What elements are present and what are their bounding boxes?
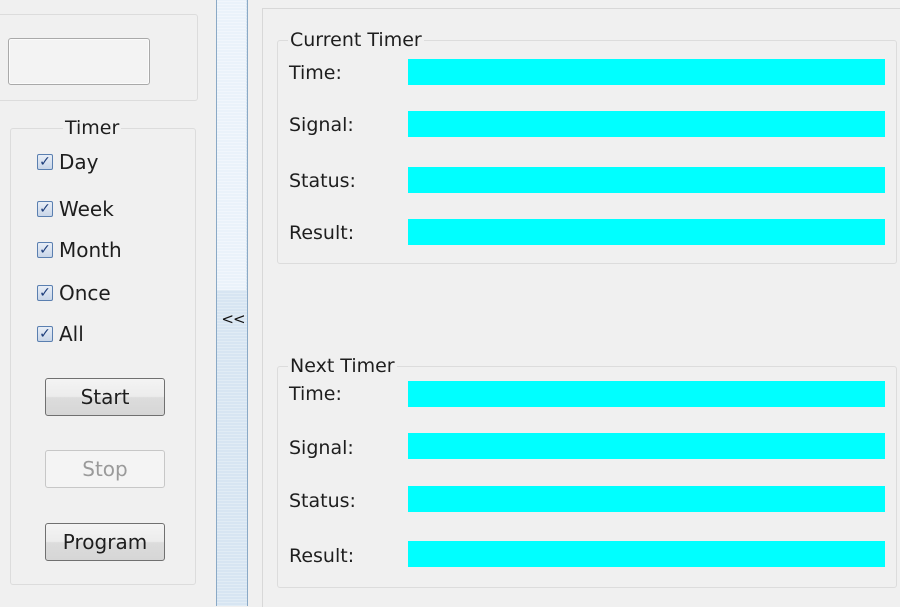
checkbox-all-label: All (59, 322, 84, 346)
next-result-value (408, 541, 885, 567)
collapse-panel-toggle[interactable]: << (216, 308, 250, 330)
current-time-value (408, 59, 885, 85)
current-result-value (408, 219, 885, 245)
splitter-bar-highlight (217, 0, 246, 290)
next-result-label: Result: (289, 545, 355, 567)
current-signal-value (408, 111, 885, 137)
check-icon[interactable]: ✓ (37, 201, 53, 217)
current-timer-title: Current Timer (288, 29, 424, 51)
checkbox-once-label: Once (59, 281, 111, 305)
checkbox-week-label: Week (59, 197, 114, 221)
check-icon[interactable]: ✓ (37, 242, 53, 258)
left-panel: Timer ✓ Day ✓ Week ✓ Month ✓ Once ✓ All … (0, 0, 213, 606)
top-input-field[interactable] (8, 38, 150, 85)
next-time-label: Time: (289, 383, 342, 405)
current-status-label: Status: (289, 170, 356, 192)
checkbox-week[interactable]: ✓ Week (37, 196, 114, 222)
timer-group-title: Timer (63, 117, 122, 139)
program-button[interactable]: Program (45, 523, 165, 561)
next-timer-title: Next Timer (288, 355, 397, 377)
check-icon[interactable]: ✓ (37, 285, 53, 301)
current-status-value (408, 167, 885, 193)
next-signal-label: Signal: (289, 437, 354, 459)
next-signal-value (408, 433, 885, 459)
checkbox-month[interactable]: ✓ Month (37, 237, 122, 263)
checkbox-all[interactable]: ✓ All (37, 321, 84, 347)
checkbox-day-label: Day (59, 150, 99, 174)
current-signal-label: Signal: (289, 114, 354, 136)
current-result-label: Result: (289, 222, 355, 244)
check-icon[interactable]: ✓ (37, 154, 53, 170)
next-status-label: Status: (289, 490, 356, 512)
next-status-value (408, 486, 885, 512)
stop-button[interactable]: Stop (45, 450, 165, 488)
checkbox-day[interactable]: ✓ Day (37, 149, 99, 175)
start-button[interactable]: Start (45, 378, 165, 416)
next-time-value (408, 381, 885, 407)
current-time-label: Time: (289, 62, 342, 84)
checkbox-once[interactable]: ✓ Once (37, 280, 111, 306)
check-icon[interactable]: ✓ (37, 326, 53, 342)
checkbox-month-label: Month (59, 238, 122, 262)
